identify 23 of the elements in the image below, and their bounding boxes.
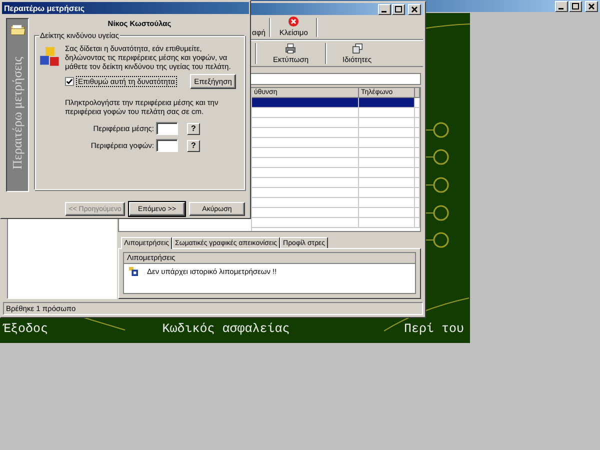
close-icon — [288, 16, 300, 27]
close-icon[interactable] — [408, 4, 421, 14]
menu-item[interactable]: Κωδικός ασφαλείας — [162, 322, 290, 336]
table-row[interactable] — [252, 98, 420, 108]
minimize-icon[interactable] — [378, 4, 391, 14]
printer-icon — [285, 43, 296, 54]
window-stack-icon — [352, 43, 363, 54]
maximize-icon[interactable] — [569, 0, 582, 12]
input-field[interactable] — [156, 122, 178, 135]
check-icon — [66, 78, 73, 85]
input-field[interactable] — [156, 139, 178, 152]
menu-item[interactable]: Έξοδος — [3, 322, 48, 336]
window-title: Περαιτέρω μετρήσεις — [4, 4, 85, 12]
menu-item[interactable]: Περί του — [404, 322, 464, 336]
maximize-icon[interactable] — [392, 4, 405, 14]
help-button[interactable]: ? — [187, 122, 200, 134]
document-icon — [129, 267, 138, 276]
close-icon[interactable] — [585, 0, 598, 12]
cubes-icon — [39, 46, 61, 68]
minimize-icon[interactable] — [555, 0, 568, 12]
sidebar-caption: Περαιτέρω μετρήσεις — [10, 56, 26, 170]
folder-icon — [10, 24, 24, 35]
help-button[interactable]: ? — [187, 140, 200, 152]
